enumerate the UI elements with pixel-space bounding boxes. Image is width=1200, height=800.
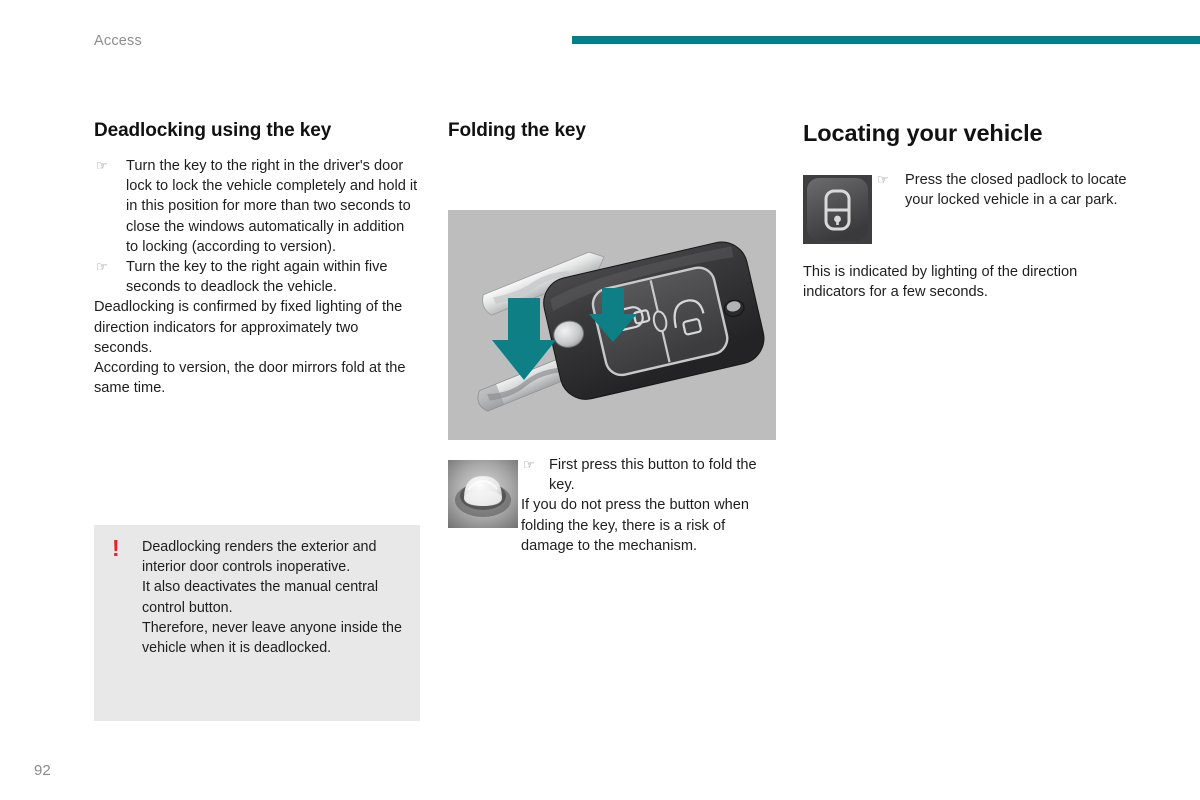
fold-release-button-thumbnail bbox=[448, 460, 518, 528]
header-teal-rule bbox=[572, 36, 1200, 44]
running-head-access: Access bbox=[94, 33, 142, 49]
bullet-item: ☞ First press this button to fold the ke… bbox=[521, 455, 776, 495]
pointing-hand-icon: ☞ bbox=[96, 259, 108, 275]
paragraph-locating-indication: This is indicated by lighting of the dir… bbox=[803, 264, 1078, 301]
locate-vehicle-note: ☞ Press the closed padlock to locate you… bbox=[875, 170, 1140, 210]
warning-line: It also deactivates the manual central c… bbox=[142, 579, 379, 616]
column-locating: Locating your vehicle bbox=[803, 120, 1140, 147]
heading-locating-your-vehicle: Locating your vehicle bbox=[803, 120, 1043, 146]
heading-folding-the-key: Folding the key bbox=[448, 120, 586, 141]
pointing-hand-icon: ☞ bbox=[523, 457, 535, 472]
warning-line: Therefore, never leave anyone inside the… bbox=[142, 619, 402, 657]
column-deadlocking: Deadlocking using the key ☞ Turn the key… bbox=[94, 120, 420, 398]
paragraph-deadlocking-confirmation: Deadlocking is confirmed by fixed lighti… bbox=[94, 299, 403, 356]
page-number: 92 bbox=[34, 762, 51, 779]
warning-line: Deadlocking renders the exterior and int… bbox=[142, 539, 377, 576]
flip-key-illustration bbox=[448, 210, 776, 440]
heading-deadlocking-using-the-key: Deadlocking using the key bbox=[94, 120, 332, 141]
warning-panel: ! Deadlocking renders the exterior and i… bbox=[94, 525, 420, 721]
bullet-text: First press this button to fold the key. bbox=[549, 457, 757, 494]
bullet-item: ☞ Press the closed padlock to locate you… bbox=[875, 170, 1140, 210]
bullet-item: ☞ Turn the key to the right in the drive… bbox=[94, 156, 420, 257]
pointing-hand-icon: ☞ bbox=[877, 172, 889, 187]
bullet-item: ☞ Turn the key to the right again within… bbox=[94, 257, 420, 297]
warning-text-block: Deadlocking renders the exterior and int… bbox=[142, 537, 406, 658]
bullet-text: Press the closed padlock to locate your … bbox=[905, 172, 1127, 209]
closed-padlock-thumbnail bbox=[803, 175, 872, 244]
paragraph-fold-warning: If you do not press the button when fold… bbox=[521, 497, 749, 554]
exclamation-warning-icon: ! bbox=[112, 535, 120, 561]
pointing-hand-icon: ☞ bbox=[96, 158, 108, 173]
bullet-text: Turn the key to the right again within f… bbox=[126, 259, 388, 296]
page-header: Access bbox=[0, 0, 1200, 80]
paragraph-door-mirrors: According to version, the door mirrors f… bbox=[94, 360, 406, 397]
bullet-text: Turn the key to the right in the driver'… bbox=[126, 158, 418, 255]
fold-key-note: ☞ First press this button to fold the ke… bbox=[521, 455, 776, 556]
column-folding: Folding the key bbox=[448, 120, 776, 142]
